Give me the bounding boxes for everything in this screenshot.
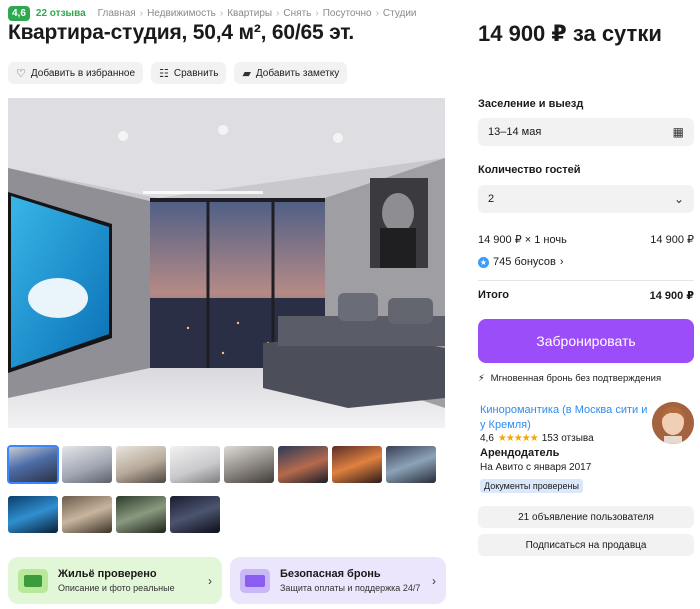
divider <box>478 280 694 281</box>
breadcrumb-separator-icon: › <box>276 8 280 19</box>
safe-booking-card[interactable]: Безопасная бронь Защита оплаты и поддерж… <box>230 557 446 604</box>
breadcrumb-item[interactable]: Главная <box>98 8 136 19</box>
instant-booking-note: ⚡ Мгновенная бронь без подтверждения <box>478 373 661 384</box>
seller-avatar-image <box>652 402 694 444</box>
guests-label: Количество гостей <box>478 164 581 176</box>
main-photo[interactable] <box>8 98 445 428</box>
card-shield-icon <box>240 568 270 593</box>
verified-subtitle: Описание и фото реальные <box>58 583 175 593</box>
price-per-day: 14 900 ₽ за сутки <box>478 21 662 46</box>
lightning-icon: ⚡ <box>478 373 485 384</box>
verified-housing-card[interactable]: Жильё проверено Описание и фото реальные… <box>8 557 222 604</box>
breadcrumb-separator-icon: › <box>139 8 144 19</box>
breadcrumb-item[interactable]: Недвижимость <box>147 8 216 19</box>
breadcrumb-separator-icon: › <box>315 8 319 19</box>
nights-label: 14 900 ₽ × 1 ночь <box>478 234 567 246</box>
avatar[interactable] <box>652 402 694 444</box>
total-label: Итого <box>478 289 510 301</box>
seller-rating-value: 4,6 <box>480 433 494 444</box>
breadcrumb-separator-icon: › <box>219 8 224 19</box>
breadcrumb: Главная › Недвижимость › Квартиры › Снять › … <box>98 8 417 19</box>
compare-button[interactable]: ☷ Сравнить <box>151 62 227 84</box>
chevron-right-icon: › <box>559 256 564 268</box>
heart-icon: ♡ <box>16 67 26 80</box>
user-listings-button[interactable]: 21 объявление пользователя <box>478 506 694 528</box>
chevron-right-icon: › <box>208 573 212 588</box>
note-icon: ▰ <box>242 67 251 80</box>
apartment-photo <box>8 98 445 428</box>
seller-since: На Авито с января 2017 <box>480 462 592 473</box>
thumbnail[interactable] <box>224 446 274 483</box>
dates-field[interactable]: 13–14 мая ▦ <box>478 118 694 146</box>
total-value: 14 900 ₽ <box>649 290 694 302</box>
thumbnail[interactable] <box>116 446 166 483</box>
docs-verified-badge: Документы проверены <box>480 479 583 493</box>
dates-label: Заселение и выезд <box>478 98 584 110</box>
dates-value: 13–14 мая <box>488 126 542 138</box>
seller-reviews-link[interactable]: 153 отзыва <box>542 433 594 444</box>
seller-name-link[interactable]: Киноромантика (в Москва сити и у Кремля) <box>480 403 650 433</box>
breadcrumb-item[interactable]: Посуточно <box>323 8 372 19</box>
breadcrumb-item[interactable]: Студии <box>383 8 417 19</box>
calendar-icon: ▦ <box>672 125 684 139</box>
top-line: 4,6 22 отзыва Главная › Недвижимость › Ква… <box>8 6 417 21</box>
thumbnail[interactable] <box>62 496 112 533</box>
total-row: Итого 14 900 ₽ <box>478 289 694 302</box>
add-note-button[interactable]: ▰ Добавить заметку <box>234 62 348 84</box>
safe-booking-subtitle: Защита оплаты и поддержка 24/7 <box>280 583 421 593</box>
thumbnail[interactable] <box>170 446 220 483</box>
add-favorite-button[interactable]: ♡ Добавить в избранное <box>8 62 144 84</box>
reviews-link[interactable]: 22 отзыва <box>36 8 86 19</box>
house-check-icon <box>18 568 48 593</box>
guests-value: 2 <box>488 193 495 205</box>
thumbnail[interactable] <box>8 496 58 533</box>
add-favorite-label: Добавить в избранное <box>30 67 136 79</box>
seller-role: Арендодатель <box>480 447 560 459</box>
add-note-label: Добавить заметку <box>255 67 340 79</box>
thumbnail[interactable] <box>62 446 112 483</box>
nights-value: 14 900 ₽ <box>650 234 694 246</box>
breadcrumb-separator-icon: › <box>375 8 379 19</box>
rating-badge: 4,6 <box>8 6 30 21</box>
compare-label: Сравнить <box>173 67 219 79</box>
chevron-down-icon: ⌄ <box>673 192 684 206</box>
breadcrumb-item[interactable]: Снять <box>283 8 311 19</box>
price-breakdown-row: 14 900 ₽ × 1 ночь 14 900 ₽ <box>478 233 694 246</box>
book-button[interactable]: Забронировать <box>478 319 694 363</box>
listing-actions: ♡ Добавить в избранное ☷ Сравнить ▰ Доба… <box>8 62 348 84</box>
subscribe-seller-button[interactable]: Подписаться на продавца <box>478 534 694 556</box>
seller-rating: 4,6 ★★★★★ 153 отзыва <box>480 433 594 444</box>
photo-thumbnails <box>7 445 448 533</box>
thumbnail[interactable] <box>170 496 220 533</box>
guests-select[interactable]: 2 ⌄ <box>478 185 694 213</box>
star-rating-icon: ★★★★★ <box>497 433 539 444</box>
thumbnail[interactable] <box>386 446 436 483</box>
bonus-link[interactable]: ★ 745 бонусов › <box>478 256 564 268</box>
compare-icon: ☷ <box>159 67 169 80</box>
thumbnail[interactable] <box>116 496 166 533</box>
chevron-right-icon: › <box>432 573 436 588</box>
breadcrumb-item[interactable]: Квартиры <box>227 8 272 19</box>
thumbnail[interactable] <box>278 446 328 483</box>
page-title: Квартира-студия, 50,4 м², 60/65 эт. <box>8 21 355 44</box>
instant-booking-text: Мгновенная бронь без подтверждения <box>490 373 662 384</box>
bonus-icon: ★ <box>478 256 489 268</box>
thumbnail[interactable] <box>332 446 382 483</box>
safe-booking-title: Безопасная бронь <box>280 568 381 580</box>
verified-title: Жильё проверено <box>58 568 157 580</box>
bonus-value: 745 бонусов <box>493 256 556 268</box>
thumbnail[interactable] <box>7 445 59 484</box>
